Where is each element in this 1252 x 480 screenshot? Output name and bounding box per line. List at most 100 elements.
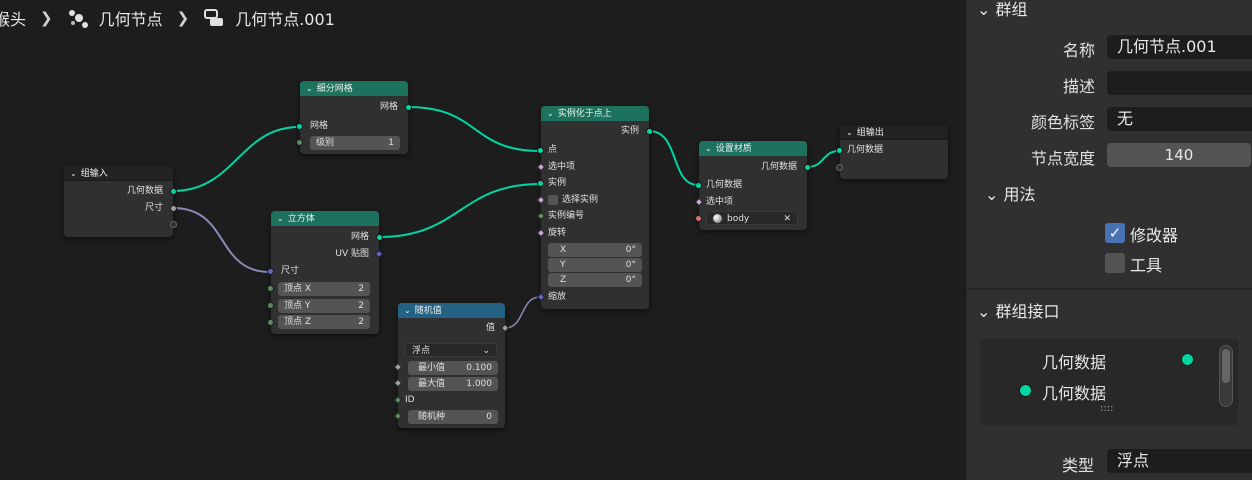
input-empty-socket[interactable] [836, 164, 843, 171]
node-title: 随机值 [414, 306, 442, 316]
vertices-y-field[interactable]: 顶点 Y 2 [278, 299, 370, 313]
output-uv-label: UV 贴图 [335, 249, 369, 259]
instance-on-points-node[interactable]: ⌄ 实例化于点上 实例 点 选中项 实例 选择实例 实例编号 旋转 X 0° Y 0°… [536, 106, 653, 309]
pick-instance-checkbox[interactable]: 选择实例 [548, 193, 598, 208]
output-value-label: 值 [485, 323, 495, 333]
interface-list[interactable]: 几何数据 几何数据 :::: [979, 338, 1239, 426]
name-input[interactable]: 几何节点.001 [1107, 35, 1252, 59]
breadcrumb-node-tree[interactable]: 几何节点.001 [235, 6, 335, 30]
level-field[interactable]: 级别 1 [310, 136, 400, 150]
material-sphere-icon [713, 214, 722, 223]
interface-output-item[interactable]: 几何数据 [1042, 349, 1106, 373]
input-mesh-socket[interactable] [296, 123, 303, 130]
vertices-z-field[interactable]: 顶点 Z 2 [278, 315, 370, 329]
output-mesh-socket[interactable] [376, 234, 383, 241]
collapse-arrow-icon[interactable]: ⌄ [277, 214, 284, 223]
collapse-arrow-icon[interactable]: ⌄ [846, 128, 853, 137]
output-geometry-socket[interactable] [170, 188, 177, 195]
chevron-right-icon: ❯ [40, 9, 53, 27]
input-points-label: 点 [548, 145, 558, 155]
group-panel: ⌄ 群组 名称 几何节点.001 描述 颜色标签 无 节点宽度 140 ⌄ 用法… [967, 0, 1252, 283]
interface-section-header[interactable]: ⌄ 群组接口 [977, 298, 1060, 322]
vertices-x-socket[interactable] [267, 285, 274, 292]
scrollbar-thumb[interactable] [1222, 349, 1230, 383]
node-header[interactable]: ⌄ 设置材质 [699, 141, 807, 156]
input-points-socket[interactable] [537, 147, 544, 154]
rotation-z-field[interactable]: Z 0° [548, 273, 642, 287]
checkbox-icon[interactable] [548, 194, 558, 205]
description-input[interactable] [1107, 71, 1252, 95]
drag-handle-icon[interactable]: :::: [1100, 403, 1113, 414]
node-title: 细分网格 [316, 84, 353, 94]
rotation-x-field[interactable]: X 0° [548, 243, 642, 257]
usage-section-header[interactable]: ⌄ 用法 [985, 181, 1036, 205]
input-size-socket[interactable] [267, 268, 274, 275]
level-label: 级别 [316, 138, 335, 148]
vertices-z-value: 2 [358, 317, 364, 327]
interface-section-title: 群组接口 [995, 302, 1060, 321]
chevron-down-icon: ⌄ [985, 185, 999, 204]
tool-checkbox[interactable] [1105, 253, 1125, 273]
close-icon[interactable]: ✕ [783, 212, 791, 224]
node-header[interactable]: ⌄ 细分网格 [300, 81, 408, 96]
color-tag-dropdown[interactable]: 无 [1107, 107, 1252, 131]
vertices-x-field[interactable]: 顶点 X 2 [278, 282, 370, 296]
material-field[interactable]: body ✕ [706, 211, 798, 225]
output-size-socket[interactable] [170, 205, 177, 212]
list-scrollbar[interactable] [1219, 345, 1233, 407]
vertices-z-socket[interactable] [267, 319, 274, 326]
wire-subdivide-to-instance [407, 106, 541, 152]
subdivide-mesh-node[interactable]: ⌄ 细分网格 网格 网格 级别 1 [296, 81, 412, 154]
max-field[interactable]: 最大值 1.000 [408, 377, 498, 391]
group-section-title: 群组 [995, 0, 1028, 19]
min-field[interactable]: 最小值 0.100 [408, 361, 498, 375]
output-empty-socket[interactable] [170, 221, 177, 228]
group-input-node[interactable]: ⌄ 组输入 几何数据 尺寸 [64, 166, 177, 237]
collapse-arrow-icon[interactable]: ⌄ [70, 169, 77, 178]
input-geometry-socket[interactable] [695, 182, 702, 189]
node-header[interactable]: ⌄ 实例化于点上 [541, 106, 649, 121]
output-size-label: 尺寸 [144, 203, 163, 213]
node-title: 组输出 [856, 128, 884, 138]
output-mesh-socket[interactable] [405, 104, 412, 111]
rotation-y-value: 0° [625, 260, 636, 270]
node-header[interactable]: ⌄ 随机值 [398, 303, 505, 318]
set-material-node[interactable]: ⌄ 设置材质 几何数据 几何数据 选中项 body ✕ [694, 141, 811, 230]
modifier-checkbox[interactable]: ✓ [1105, 223, 1125, 243]
collapse-arrow-icon[interactable]: ⌄ [547, 109, 554, 118]
output-geometry-label: 几何数据 [760, 162, 797, 172]
level-socket[interactable] [296, 139, 303, 146]
output-instances-socket[interactable] [646, 128, 653, 135]
interface-input-item[interactable]: 几何数据 [1042, 380, 1106, 404]
breadcrumb-object[interactable]: 猴头 [0, 6, 26, 30]
group-output-node[interactable]: ⌄ 组输出 几何数据 [836, 125, 948, 179]
random-value-node[interactable]: ⌄ 随机值 值 浮点 ⌄ 最小值 0.100 最大值 1.000 ID 随机种 0 [393, 303, 510, 428]
material-socket[interactable] [695, 215, 702, 222]
input-instance-socket[interactable] [537, 180, 544, 187]
output-geometry-socket[interactable] [804, 164, 811, 171]
node-header[interactable]: ⌄ 组输出 [840, 125, 948, 140]
id-label: ID [405, 395, 415, 405]
wire-cube-to-instance [378, 183, 541, 238]
type-dropdown[interactable]: 浮点 [1107, 449, 1252, 473]
seed-field[interactable]: 随机种 0 [408, 410, 498, 424]
group-section-header[interactable]: ⌄ 群组 [977, 0, 1028, 20]
node-header[interactable]: ⌄ 组输入 [64, 166, 173, 181]
wire-instance-to-material [648, 130, 699, 186]
chevron-down-icon: ⌄ [977, 0, 991, 19]
input-geometry-socket[interactable] [836, 147, 843, 154]
data-type-value: 浮点 [412, 346, 431, 356]
collapse-arrow-icon[interactable]: ⌄ [404, 306, 411, 315]
collapse-arrow-icon[interactable]: ⌄ [306, 84, 313, 93]
node-header[interactable]: ⌄ 立方体 [271, 211, 379, 226]
node-editor[interactable]: 猴头 ❯ 几何节点 ❯ 几何节点.001 ⌄ 细分网格 网格 网格 级别 1 ⌄ 组输… [0, 0, 966, 480]
material-name: body [727, 214, 750, 224]
vertices-y-socket[interactable] [267, 302, 274, 309]
node-width-field[interactable]: 140 [1107, 143, 1251, 167]
cube-node[interactable]: ⌄ 立方体 网格 UV 贴图 尺寸 顶点 X 2 顶点 Y 2 顶点 Z 2 [267, 211, 384, 334]
input-rotation-label: 旋转 [548, 228, 567, 238]
collapse-arrow-icon[interactable]: ⌄ [705, 144, 712, 153]
rotation-y-field[interactable]: Y 0° [548, 258, 642, 272]
breadcrumb-modifier[interactable]: 几何节点 [99, 6, 163, 30]
data-type-dropdown[interactable]: 浮点 ⌄ [405, 343, 497, 357]
